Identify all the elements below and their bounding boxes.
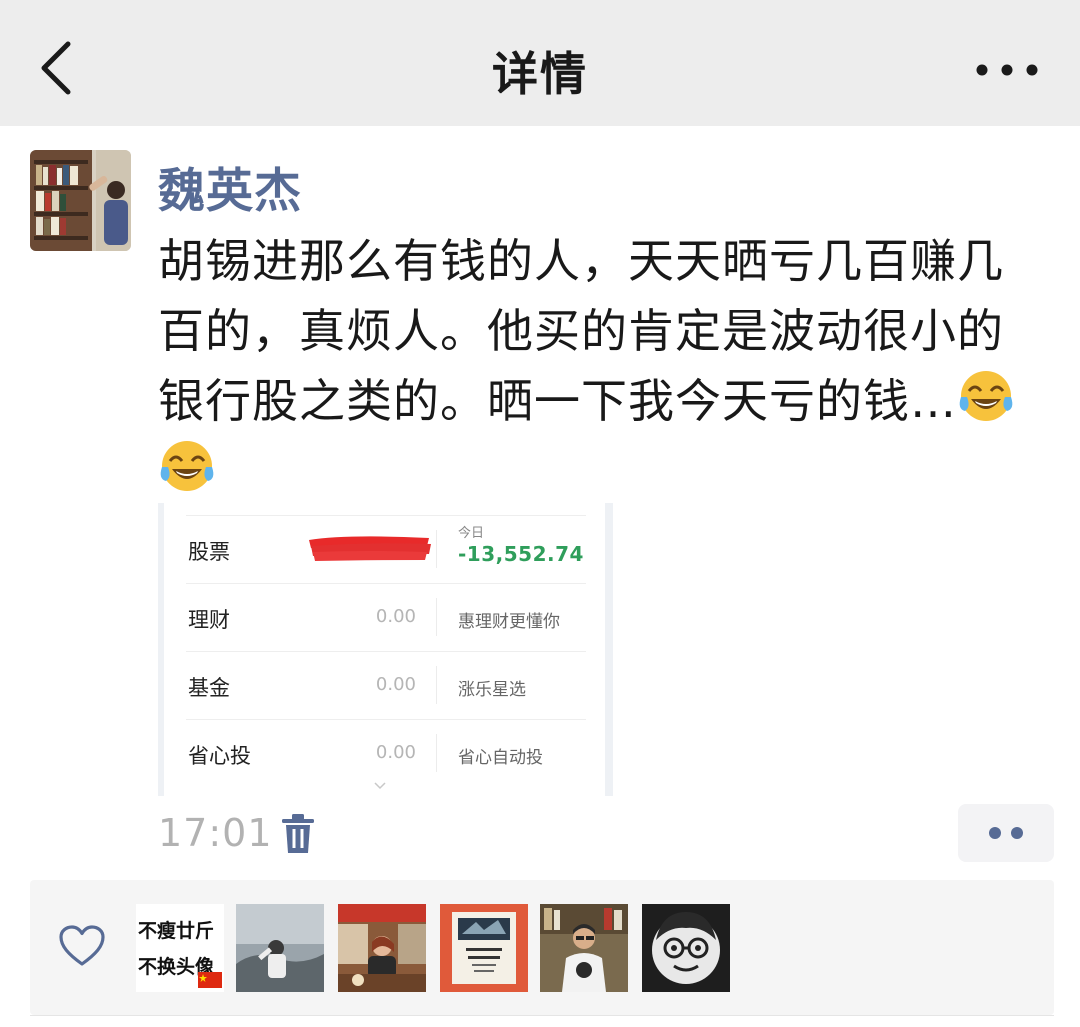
delete-button[interactable] — [280, 813, 316, 855]
column-divider — [436, 734, 437, 772]
avatar-text: 不瘦廿斤 — [138, 920, 215, 942]
nav-bar: 详情 — [0, 0, 1080, 126]
asset-value: 0.00 — [375, 674, 416, 695]
tears-of-joy-icon — [158, 437, 216, 495]
asset-label: 股票 — [188, 540, 230, 564]
asset-desc: 惠理财更懂你 — [458, 612, 560, 632]
author-name[interactable]: 魏英杰 — [158, 152, 302, 221]
tears-of-joy-icon — [957, 367, 1015, 425]
screenshot-edge — [605, 503, 613, 796]
page-title: 详情 — [492, 47, 588, 101]
likes-section: 不瘦廿斤 不换头像 — [30, 880, 1054, 1015]
asset-desc: 省心自动投 — [458, 748, 543, 768]
asset-row-autoinvest: 省心投 0.00 省心自动投 — [186, 720, 586, 787]
asset-label: 理财 — [188, 608, 230, 632]
redaction-scribble — [309, 536, 431, 561]
asset-row-wealth: 理财 0.00 惠理财更懂你 — [186, 584, 586, 652]
liker-avatar[interactable] — [642, 904, 730, 992]
comment-like-menu-button[interactable] — [958, 804, 1054, 862]
column-divider — [436, 666, 437, 704]
asset-value: 0.00 — [375, 742, 416, 763]
asset-row-stock: 股票 今日 -13,552.74 — [186, 516, 586, 584]
more-button[interactable] — [970, 50, 1050, 90]
liker-avatar[interactable] — [540, 904, 628, 992]
asset-desc: 涨乐星选 — [458, 680, 526, 700]
post-time: 17:01 — [158, 811, 273, 855]
liker-avatar[interactable]: 不瘦廿斤 不换头像 — [136, 904, 224, 992]
column-divider — [436, 530, 437, 568]
column-divider — [436, 598, 437, 636]
today-pnl-value: -13,552.74 — [458, 542, 584, 566]
liker-avatar[interactable] — [338, 904, 426, 992]
trash-icon — [282, 814, 314, 853]
asset-label: 省心投 — [188, 744, 251, 768]
liker-avatar[interactable] — [440, 904, 528, 992]
more-dots-icon — [976, 64, 1038, 76]
two-dots-icon — [989, 827, 1023, 839]
screenshot-edge — [158, 503, 164, 796]
heart-icon[interactable] — [58, 924, 106, 968]
asset-value: 0.00 — [375, 606, 416, 627]
divider — [30, 1015, 1054, 1016]
author-avatar[interactable] — [30, 150, 131, 251]
post-text: 胡锡进那么有钱的人，天天晒亏几百赚几百的，真烦人。他买的肯定是波动很小的银行股之… — [158, 226, 1048, 506]
asset-label: 基金 — [188, 676, 230, 700]
today-label: 今日 — [458, 526, 485, 541]
liker-avatar[interactable] — [236, 904, 324, 992]
attached-screenshot[interactable]: 股票 今日 -13,552.74 理财 0.00 惠理财更懂你 基金 0.00 … — [158, 503, 613, 796]
asset-row-fund: 基金 0.00 涨乐星选 — [186, 652, 586, 720]
chevron-down-icon — [374, 782, 386, 790]
china-flag-icon — [198, 972, 222, 988]
post-body: 胡锡进那么有钱的人，天天晒亏几百赚几百的，真烦人。他买的肯定是波动很小的银行股之… — [158, 234, 1004, 428]
